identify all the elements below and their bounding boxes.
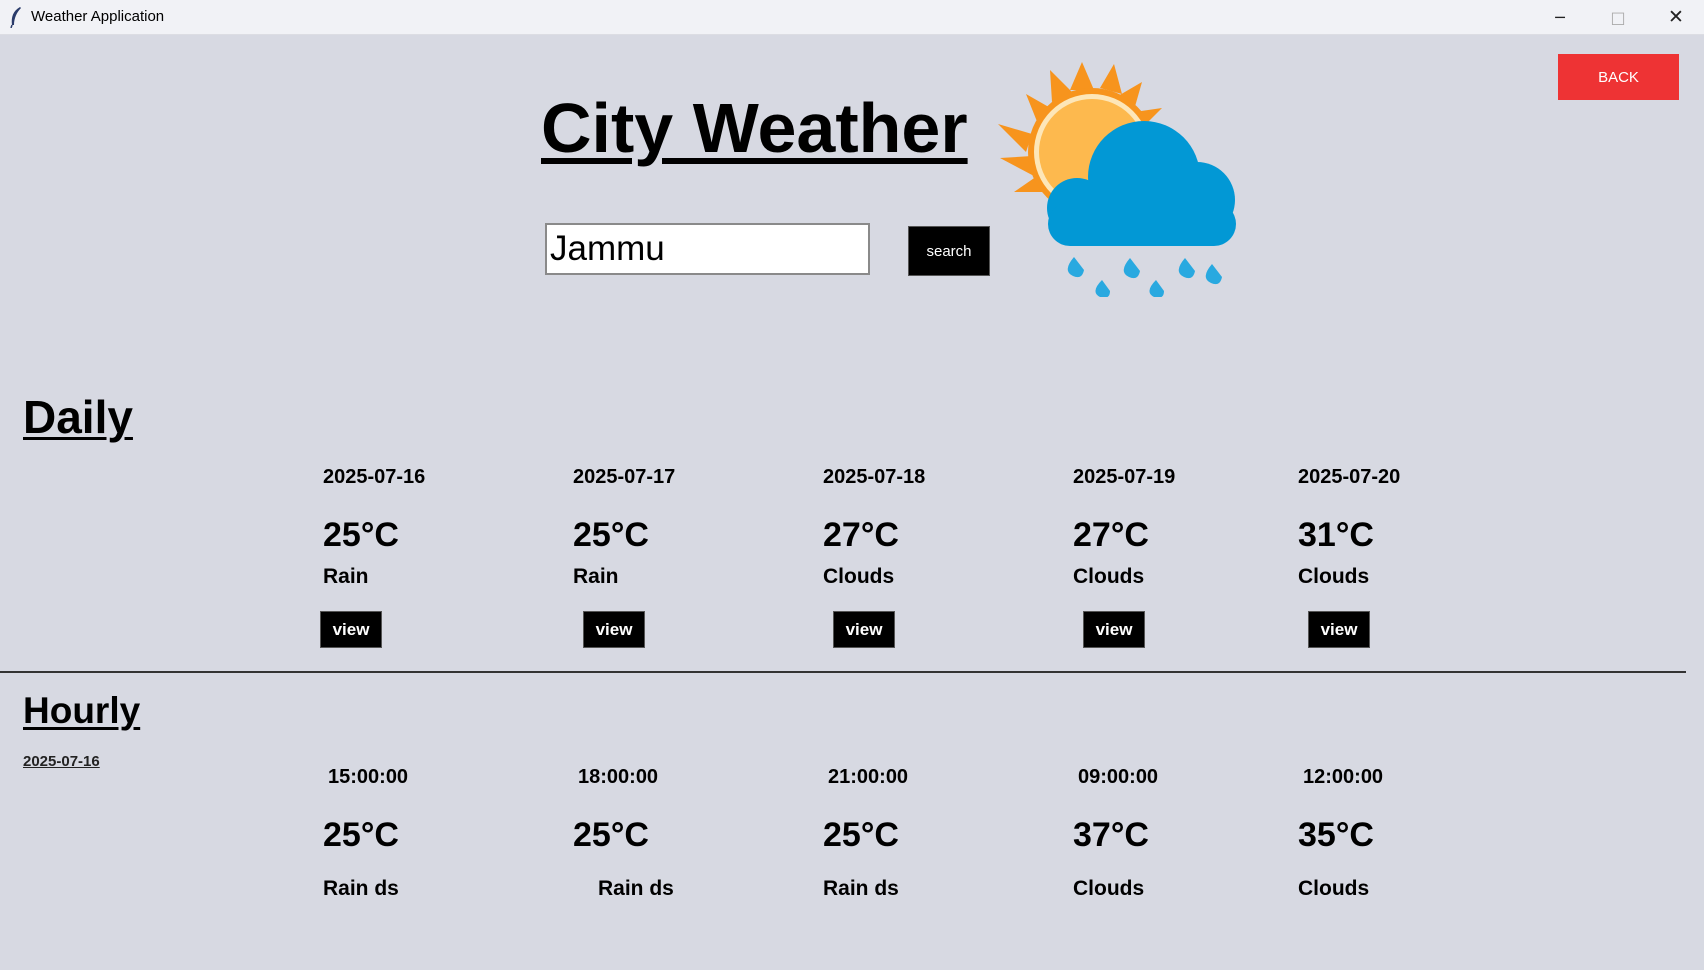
hourly-temperature: 37°C [1073, 816, 1149, 854]
window-title: Weather Application [31, 8, 165, 25]
page-title: City Weather [541, 89, 968, 167]
daily-condition: Clouds [1073, 565, 1145, 588]
hourly-date-label: 2025-07-16 [23, 753, 100, 770]
view-button[interactable]: view [1083, 611, 1145, 648]
daily-date: 2025-07-17 [573, 466, 676, 488]
daily-temperature: 27°C [823, 516, 899, 554]
search-button[interactable]: search [908, 226, 990, 276]
section-divider [0, 671, 1686, 673]
hourly-time: 12:00:00 [1303, 766, 1384, 788]
daily-temperature: 25°C [323, 516, 399, 554]
hourly-time: 18:00:00 [578, 766, 659, 788]
hourly-time: 15:00:00 [328, 766, 409, 788]
view-button[interactable]: view [1308, 611, 1370, 648]
daily-date: 2025-07-16 [323, 466, 426, 488]
hourly-condition: Rain ds [823, 877, 899, 900]
daily-date: 2025-07-20 [1298, 466, 1401, 488]
daily-condition: Clouds [1298, 565, 1370, 588]
hourly-temperature: 35°C [1298, 816, 1374, 854]
daily-temperature: 25°C [573, 516, 649, 554]
hourly-temperature: 25°C [573, 816, 649, 854]
view-button[interactable]: view [583, 611, 645, 648]
daily-temperature: 27°C [1073, 516, 1149, 554]
hourly-time: 21:00:00 [828, 766, 909, 788]
window-titlebar: Weather Application ─ □ ✕ [0, 0, 1704, 35]
view-button[interactable]: view [833, 611, 895, 648]
daily-date: 2025-07-18 [823, 466, 926, 488]
daily-condition: Rain [323, 565, 369, 588]
daily-condition: Rain [573, 565, 619, 588]
close-button[interactable]: ✕ [1648, 0, 1704, 34]
hourly-condition: Clouds [1298, 877, 1370, 900]
hourly-section-title: Hourly [23, 690, 141, 731]
view-button[interactable]: view [320, 611, 382, 648]
feather-icon [10, 7, 21, 28]
sun-cloud-rain-icon [998, 62, 1236, 297]
hourly-time: 09:00:00 [1078, 766, 1159, 788]
daily-date: 2025-07-19 [1073, 466, 1176, 488]
hourly-temperature: 25°C [823, 816, 899, 854]
back-button[interactable]: BACK [1558, 54, 1679, 100]
hourly-temperature: 25°C [323, 816, 399, 854]
daily-condition: Clouds [823, 565, 895, 588]
hourly-condition: Rain ds [598, 877, 674, 900]
hourly-condition: Rain ds [323, 877, 399, 900]
minimize-button[interactable]: ─ [1532, 0, 1588, 34]
maximize-button[interactable]: □ [1590, 0, 1646, 34]
hourly-condition: Clouds [1073, 877, 1145, 900]
daily-temperature: 31°C [1298, 516, 1374, 554]
city-search-input[interactable] [545, 223, 870, 275]
daily-section-title: Daily [23, 391, 133, 443]
